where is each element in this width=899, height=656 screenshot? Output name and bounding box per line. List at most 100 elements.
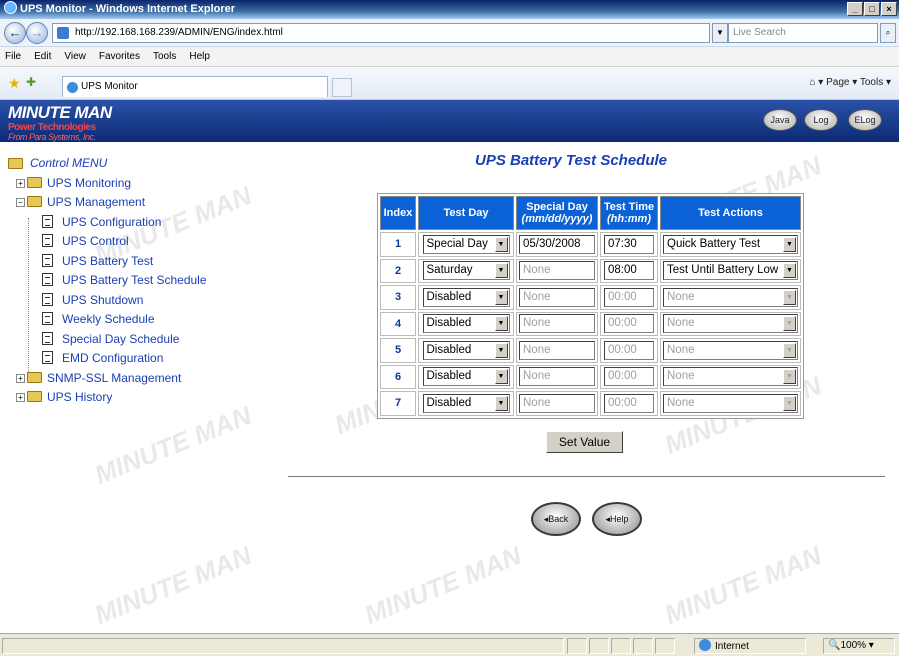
tree-item-ups-shutdown[interactable]: UPS Shutdown [8,291,278,311]
back-button[interactable]: ◂Back [531,502,581,536]
test-action-select[interactable]: None ▼ [663,287,798,307]
test-action-select[interactable]: Quick Battery Test ▼ [663,234,798,254]
test-action-select[interactable]: None ▼ [663,340,798,360]
dropdown-arrow-icon[interactable]: ▼ [783,263,796,279]
expand-icon[interactable]: + [16,178,25,188]
dropdown-arrow-icon[interactable]: ▼ [783,236,796,252]
tree-item-ups-monitoring[interactable]: + UPS Monitoring [8,174,278,194]
dropdown-arrow-icon[interactable]: ▼ [783,369,796,385]
dropdown-arrow-icon[interactable]: ▼ [494,289,508,305]
dropdown-arrow-icon[interactable]: ▼ [783,316,796,332]
home-icon[interactable]: ⌂ ▾ [809,77,826,88]
test-time-input[interactable]: 00:00 [604,393,654,413]
test-time-input[interactable]: 00:00 [604,340,654,360]
test-day-select[interactable]: Disabled ▼ [422,367,510,387]
close-button[interactable]: × [881,2,897,16]
tree-item-label: Weekly Schedule [62,312,155,326]
back-arrow-icon[interactable]: ← [4,22,26,44]
dropdown-arrow-icon[interactable]: ▼ [494,316,508,332]
action-cell: None ▼ [660,391,801,416]
java-button[interactable]: Java [763,109,797,131]
select-value: Saturday [426,264,473,277]
tree-item-ups-battery-test[interactable]: UPS Battery Test [8,252,278,272]
tree-item-ups-battery-test-schedule[interactable]: UPS Battery Test Schedule [8,271,278,291]
special-day-input[interactable]: None [519,367,595,387]
elog-button[interactable]: ELog [848,109,882,131]
menu-view[interactable]: View [64,47,86,66]
set-value-button[interactable]: Set Value [546,431,623,453]
test-day-select[interactable]: Disabled ▼ [422,340,510,360]
tree-item-ups-management[interactable]: − UPS Management [8,193,278,213]
command-bar[interactable]: ⌂ ▾ Page ▾ Tools ▾ [809,77,891,88]
test-action-select[interactable]: None ▼ [663,393,798,413]
dropdown-arrow-icon[interactable]: ▼ [494,236,508,252]
tree-item-label: Special Day Schedule [62,331,180,346]
favorites-star-icon[interactable]: ★ [8,75,21,92]
expand-icon[interactable]: + [16,373,25,383]
test-day-select[interactable]: Saturday ▼ [422,261,510,281]
status-segment [567,638,587,654]
menu-help[interactable]: Help [189,47,210,66]
dropdown-arrow-icon[interactable]: ▼ [494,369,508,385]
new-tab-button[interactable] [332,78,352,97]
dropdown-arrow-icon[interactable]: ▼ [494,342,508,358]
tree-item-weekly-schedule[interactable]: Weekly Schedule [8,310,278,330]
table-row: 1 Special Day ▼ 05/30/2008 07:30 Quick Ba… [380,232,801,257]
menu-favorites[interactable]: Favorites [99,47,140,66]
tree-connector-line [28,218,29,372]
tree-item-ups-configuration[interactable]: UPS Configuration [8,213,278,233]
tree-item-label: EMD Configuration [62,351,164,365]
search-input[interactable]: Live Search [728,23,878,43]
address-dropdown-button[interactable]: ▼ [712,23,728,43]
dropdown-arrow-icon[interactable]: ▼ [494,263,508,279]
forward-arrow-icon[interactable]: → [26,22,48,44]
minimize-button[interactable]: _ [847,2,863,16]
zoom-control[interactable]: 🔍100% ▾ [823,638,895,654]
browser-tab[interactable]: UPS Monitor [62,76,328,97]
test-action-select[interactable]: None ▼ [663,367,798,387]
tree-item-ups-control[interactable]: UPS Control [8,232,278,252]
test-day-select[interactable]: Disabled ▼ [422,314,510,334]
special-day-input[interactable]: None [519,261,595,281]
log-button[interactable]: Log [804,109,838,131]
help-button[interactable]: ◂Help [592,502,642,536]
search-icon[interactable]: ⌕ [880,23,896,43]
menu-edit[interactable]: Edit [34,47,51,66]
special-day-input[interactable]: None [519,340,595,360]
test-action-select[interactable]: None ▼ [663,314,798,334]
test-day-select[interactable]: Special Day ▼ [422,234,510,254]
test-time-input[interactable]: 07:30 [604,234,654,254]
dropdown-arrow-icon[interactable]: ▼ [783,289,796,305]
add-favorite-icon[interactable]: ✚ [26,75,36,89]
test-time-input[interactable]: 08:00 [604,261,654,281]
special-day-input[interactable]: None [519,393,595,413]
special-day-input[interactable]: None [519,314,595,334]
watermark: MINUTE MAN [660,540,826,631]
document-icon [42,312,53,325]
dropdown-arrow-icon[interactable]: ▼ [783,395,796,411]
tree-item-special-day-schedule[interactable]: Special Day Schedule [8,330,278,350]
special-day-input[interactable]: 05/30/2008 [519,234,595,254]
test-day-select[interactable]: Disabled ▼ [422,287,510,307]
collapse-icon[interactable]: − [16,198,25,207]
address-bar[interactable]: http://192.168.168.239/ADMIN/ENG/index.h… [52,23,710,43]
tree-item-snmp-ssl-management[interactable]: + SNMP-SSL Management [8,369,278,389]
tree-item-ups-history[interactable]: + UPS History [8,388,278,408]
expand-icon[interactable]: + [16,393,25,402]
maximize-button[interactable]: □ [864,2,880,16]
test-day-select[interactable]: Disabled ▼ [422,393,510,413]
test-time-input[interactable]: 00:00 [604,287,654,307]
menu-file[interactable]: File [5,47,21,66]
status-text [2,638,564,654]
menu-tools[interactable]: Tools [153,47,176,66]
test-time-input[interactable]: 00:00 [604,314,654,334]
test-action-select[interactable]: Test Until Battery Low ▼ [663,261,798,281]
tree-item-emd-configuration[interactable]: EMD Configuration [8,349,278,369]
dropdown-arrow-icon[interactable]: ▼ [783,342,796,358]
security-zone[interactable]: Internet [694,638,806,654]
special-day-input[interactable]: None [519,287,595,307]
dropdown-arrow-icon[interactable]: ▼ [494,395,508,411]
test-time-input[interactable]: 00:00 [604,367,654,387]
document-icon [42,273,53,286]
table-row: 4 Disabled ▼ None 00:00 None ▼ [380,311,801,336]
